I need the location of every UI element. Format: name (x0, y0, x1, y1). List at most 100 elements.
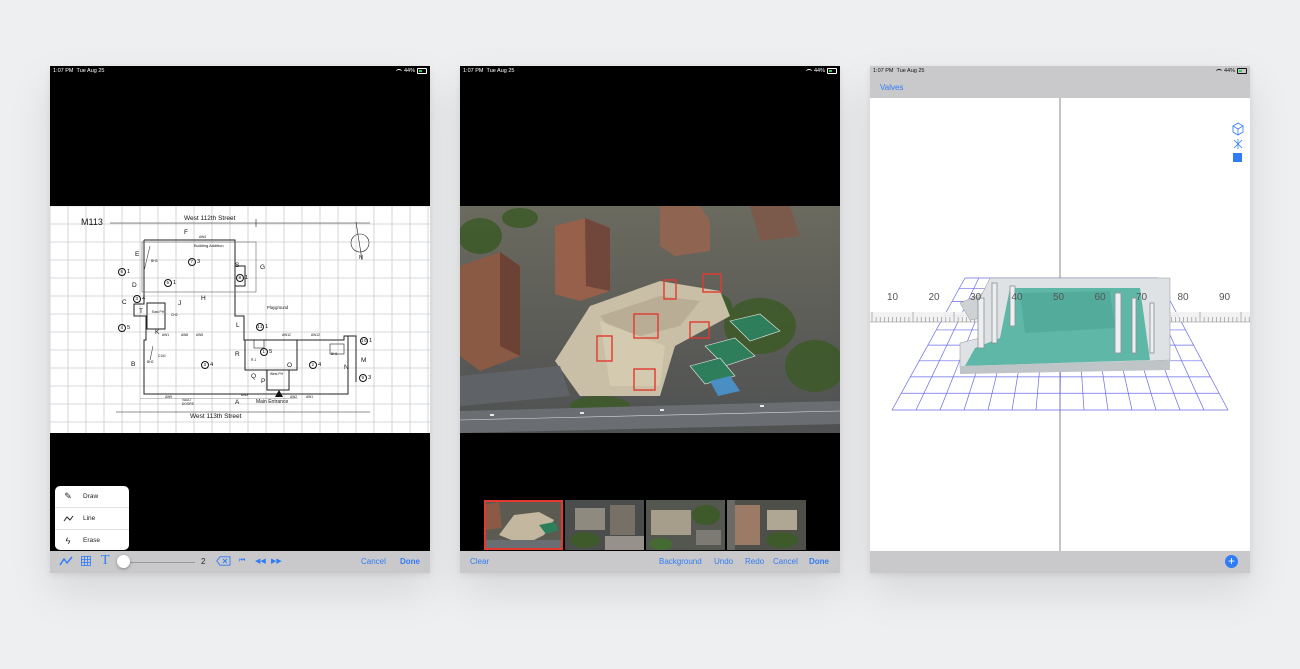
done-button[interactable]: Done (809, 557, 829, 566)
cube-view-icon (1232, 122, 1244, 136)
ruler-label: 70 (1136, 292, 1148, 303)
photo-markup-toolbar: Clear Background Undo Redo Cancel Done (460, 551, 840, 573)
south-street: West 113th Street (190, 413, 242, 420)
room-letter: N (344, 364, 349, 371)
status-time: 1:07 PM Tue Aug 25 (53, 68, 105, 74)
room-letter: G (260, 264, 266, 271)
status-indicators: 44% (805, 66, 837, 76)
delete-backward-icon[interactable] (216, 556, 231, 568)
room-letter: T (139, 308, 143, 315)
small-label: AW9 (165, 395, 173, 399)
thumbnail-3[interactable] (646, 500, 725, 550)
room-letter: K (155, 329, 160, 336)
compass-label: N (359, 255, 363, 261)
room-letter: F (184, 229, 188, 236)
wifi-icon (1215, 68, 1222, 74)
valve-marker[interactable]: 61 (118, 268, 131, 276)
thumbnail-4[interactable] (727, 500, 806, 550)
skip-back-icon[interactable]: ⏮ (239, 557, 245, 565)
background-button[interactable]: Background (659, 557, 702, 566)
small-label: AW1 (306, 395, 314, 399)
redo-button[interactable]: Redo (745, 557, 764, 566)
solid-view-icon (1233, 153, 1242, 162)
rewind-icon[interactable]: ◀◀ (255, 557, 266, 565)
menu-item-erase[interactable]: ϟ Erase (55, 530, 129, 551)
status-indicators: 44% (395, 66, 427, 76)
battery-percent: 44% (813, 68, 825, 74)
fast-forward-icon[interactable]: ▶▶ (271, 557, 282, 565)
room-letter: M (361, 357, 367, 364)
status-time: 1:07 PM Tue Aug 25 (873, 68, 925, 74)
plan-label: M113 (81, 217, 103, 227)
battery-percent: 44% (1223, 68, 1235, 74)
aerial-photo[interactable] (460, 206, 840, 433)
thumbnail-2[interactable] (565, 500, 644, 550)
room-letter: L (236, 322, 240, 329)
valve-marker[interactable]: 24 (309, 361, 322, 369)
wifi-icon (395, 68, 402, 74)
room-letter: O (287, 362, 293, 369)
battery-icon (417, 68, 427, 74)
small-label: BH2 (147, 360, 154, 364)
text-tool-icon[interactable]: T (101, 553, 110, 569)
viewer-toolbar: + (870, 551, 1250, 573)
grid-icon[interactable] (81, 556, 91, 568)
pencil-icon: ✎ (64, 491, 72, 501)
battery-icon (1237, 68, 1247, 74)
nav-bar: Valves (870, 76, 1250, 98)
line-tool-icon[interactable] (59, 555, 73, 569)
room-letter: Q (251, 373, 257, 380)
menu-item-draw[interactable]: ✎ Draw (55, 486, 129, 508)
thumbnail-1[interactable] (484, 500, 563, 550)
cancel-button[interactable]: Cancel (773, 557, 798, 566)
valve-marker[interactable]: 34 (133, 295, 146, 303)
tool-menu-popover: ✎ Draw Line ϟ Erase (55, 486, 129, 550)
room-letter: J (178, 300, 182, 307)
battery-percent: 44% (403, 68, 415, 74)
back-valves-button[interactable]: Valves (880, 83, 903, 92)
valve-marker[interactable]: 15 (260, 348, 273, 356)
room-letter: R (235, 351, 240, 358)
valve-marker[interactable]: 45 (118, 324, 131, 332)
valve-marker[interactable]: 73 (188, 258, 201, 266)
valve-marker[interactable]: 11 1 (256, 323, 269, 331)
small-label: CH2 (171, 313, 178, 317)
photo-thumbnail-strip (484, 500, 806, 550)
stroke-slider-knob[interactable] (117, 555, 130, 568)
clear-button[interactable]: Clear (470, 557, 489, 566)
menu-item-line[interactable]: Line (55, 508, 129, 530)
aerial-photo-drawing (460, 206, 840, 433)
room-letter: S (235, 262, 240, 269)
eraser-icon: ϟ (65, 535, 71, 546)
valve-marker[interactable]: 81 (236, 274, 249, 282)
valve-marker[interactable]: 34 (201, 361, 214, 369)
building-outline (133, 239, 357, 395)
done-button[interactable]: Done (400, 557, 420, 566)
room-letter: D (132, 282, 137, 289)
ruler-label: 80 (1177, 292, 1189, 303)
ruler-label: 90 (1219, 292, 1231, 303)
line-icon (63, 514, 74, 524)
status-bar: 1:07 PM Tue Aug 25 44% (460, 66, 840, 76)
model-viewport[interactable]: 10 20 30 40 50 60 70 80 90 (870, 98, 1250, 551)
building-addition-label: Building Addition (194, 243, 224, 248)
cancel-button[interactable]: Cancel (361, 557, 386, 566)
ruler-label: 10 (887, 292, 899, 303)
menu-label-draw: Draw (83, 493, 99, 500)
valve-marker[interactable]: 93 (359, 374, 372, 382)
status-time: 1:07 PM Tue Aug 25 (463, 68, 515, 74)
valve-marker[interactable]: 51 (164, 279, 177, 287)
stroke-slider-track[interactable] (123, 561, 195, 563)
status-bar: 1:07 PM Tue Aug 25 44% (870, 66, 1250, 76)
add-icon[interactable]: + (1225, 555, 1238, 568)
menu-label-erase: Erase (83, 537, 100, 544)
valve-marker[interactable]: 10 1 (360, 337, 373, 345)
undo-button[interactable]: Undo (714, 557, 733, 566)
device-aerial: 1:07 PM Tue Aug 25 44% Clear Background … (460, 66, 840, 573)
small-label: AW5 (196, 333, 204, 337)
floor-plan-canvas[interactable]: ________________________________________… (50, 206, 430, 433)
status-bar: 1:07 PM Tue Aug 25 44% (50, 66, 430, 76)
model-drawing (870, 98, 1250, 551)
status-indicators: 44% (1215, 66, 1247, 76)
room-letter: A (235, 399, 240, 406)
